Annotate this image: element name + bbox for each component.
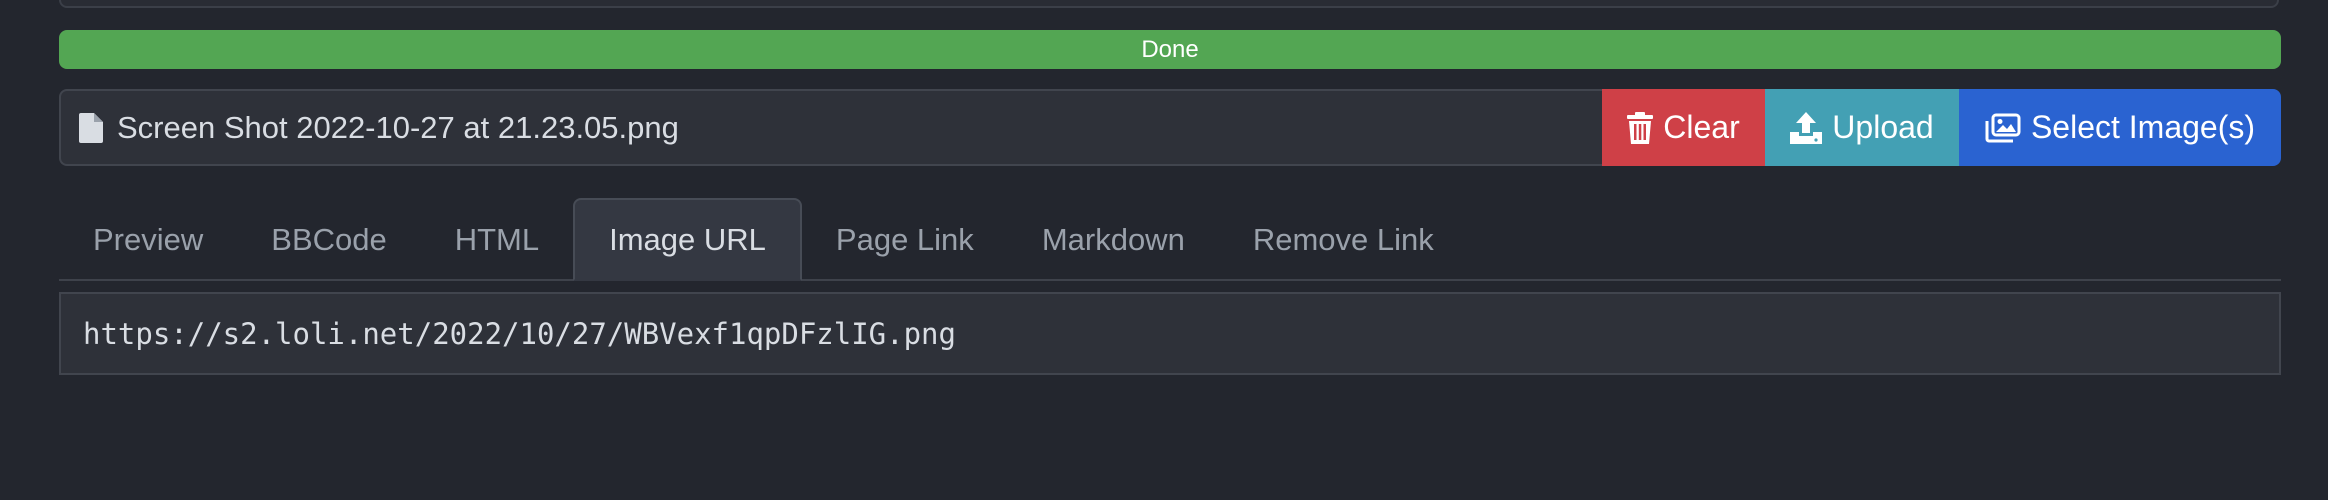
tab-page-link[interactable]: Page Link — [802, 198, 1008, 281]
tab-label: Markdown — [1041, 221, 1185, 257]
progress-label: Done — [1141, 35, 1199, 63]
image-url-output[interactable]: https://s2.loli.net/2022/10/27/WBVexf1qp… — [59, 292, 2281, 375]
tab-label: Page Link — [835, 221, 974, 257]
tab-label: Preview — [93, 221, 204, 257]
tab-markdown[interactable]: Markdown — [1008, 198, 1219, 281]
upload-button[interactable]: Upload — [1765, 89, 1959, 166]
clear-button[interactable]: Clear — [1602, 89, 1765, 166]
tab-label: HTML — [454, 221, 540, 257]
upload-progress-fill: Done — [59, 30, 2281, 69]
file-input-group: Screen Shot 2022-10-27 at 21.23.05.png C… — [59, 89, 2281, 166]
upload-progress-bar: Done — [59, 30, 2281, 69]
previous-panel — [59, 0, 2279, 8]
tab-label: BBCode — [271, 221, 387, 257]
selected-file-field[interactable]: Screen Shot 2022-10-27 at 21.23.05.png — [59, 89, 1602, 166]
tab-preview[interactable]: Preview — [59, 198, 237, 281]
selected-file-name: Screen Shot 2022-10-27 at 21.23.05.png — [117, 109, 679, 145]
tab-label: Image URL — [609, 221, 766, 257]
images-icon — [1985, 113, 2021, 143]
file-icon — [79, 112, 103, 143]
trash-icon — [1627, 111, 1654, 144]
tab-html[interactable]: HTML — [421, 198, 573, 281]
upload-page: Done Screen Shot 2022-10-27 at 21.23.05.… — [0, 0, 2328, 500]
select-images-button-label: Select Image(s) — [2030, 109, 2256, 145]
tab-image-url[interactable]: Image URL — [573, 198, 802, 281]
clear-button-label: Clear — [1663, 109, 1740, 145]
tab-remove-link[interactable]: Remove Link — [1219, 198, 1468, 281]
output-format-tabs: Preview BBCode HTML Image URL Page Link … — [59, 198, 2281, 281]
tab-label: Remove Link — [1252, 221, 1434, 257]
upload-button-label: Upload — [1832, 109, 1934, 145]
upload-icon — [1790, 111, 1823, 144]
tab-bbcode[interactable]: BBCode — [237, 198, 420, 281]
select-images-button[interactable]: Select Image(s) — [1959, 89, 2281, 166]
image-url-text[interactable]: https://s2.loli.net/2022/10/27/WBVexf1qp… — [83, 317, 956, 351]
